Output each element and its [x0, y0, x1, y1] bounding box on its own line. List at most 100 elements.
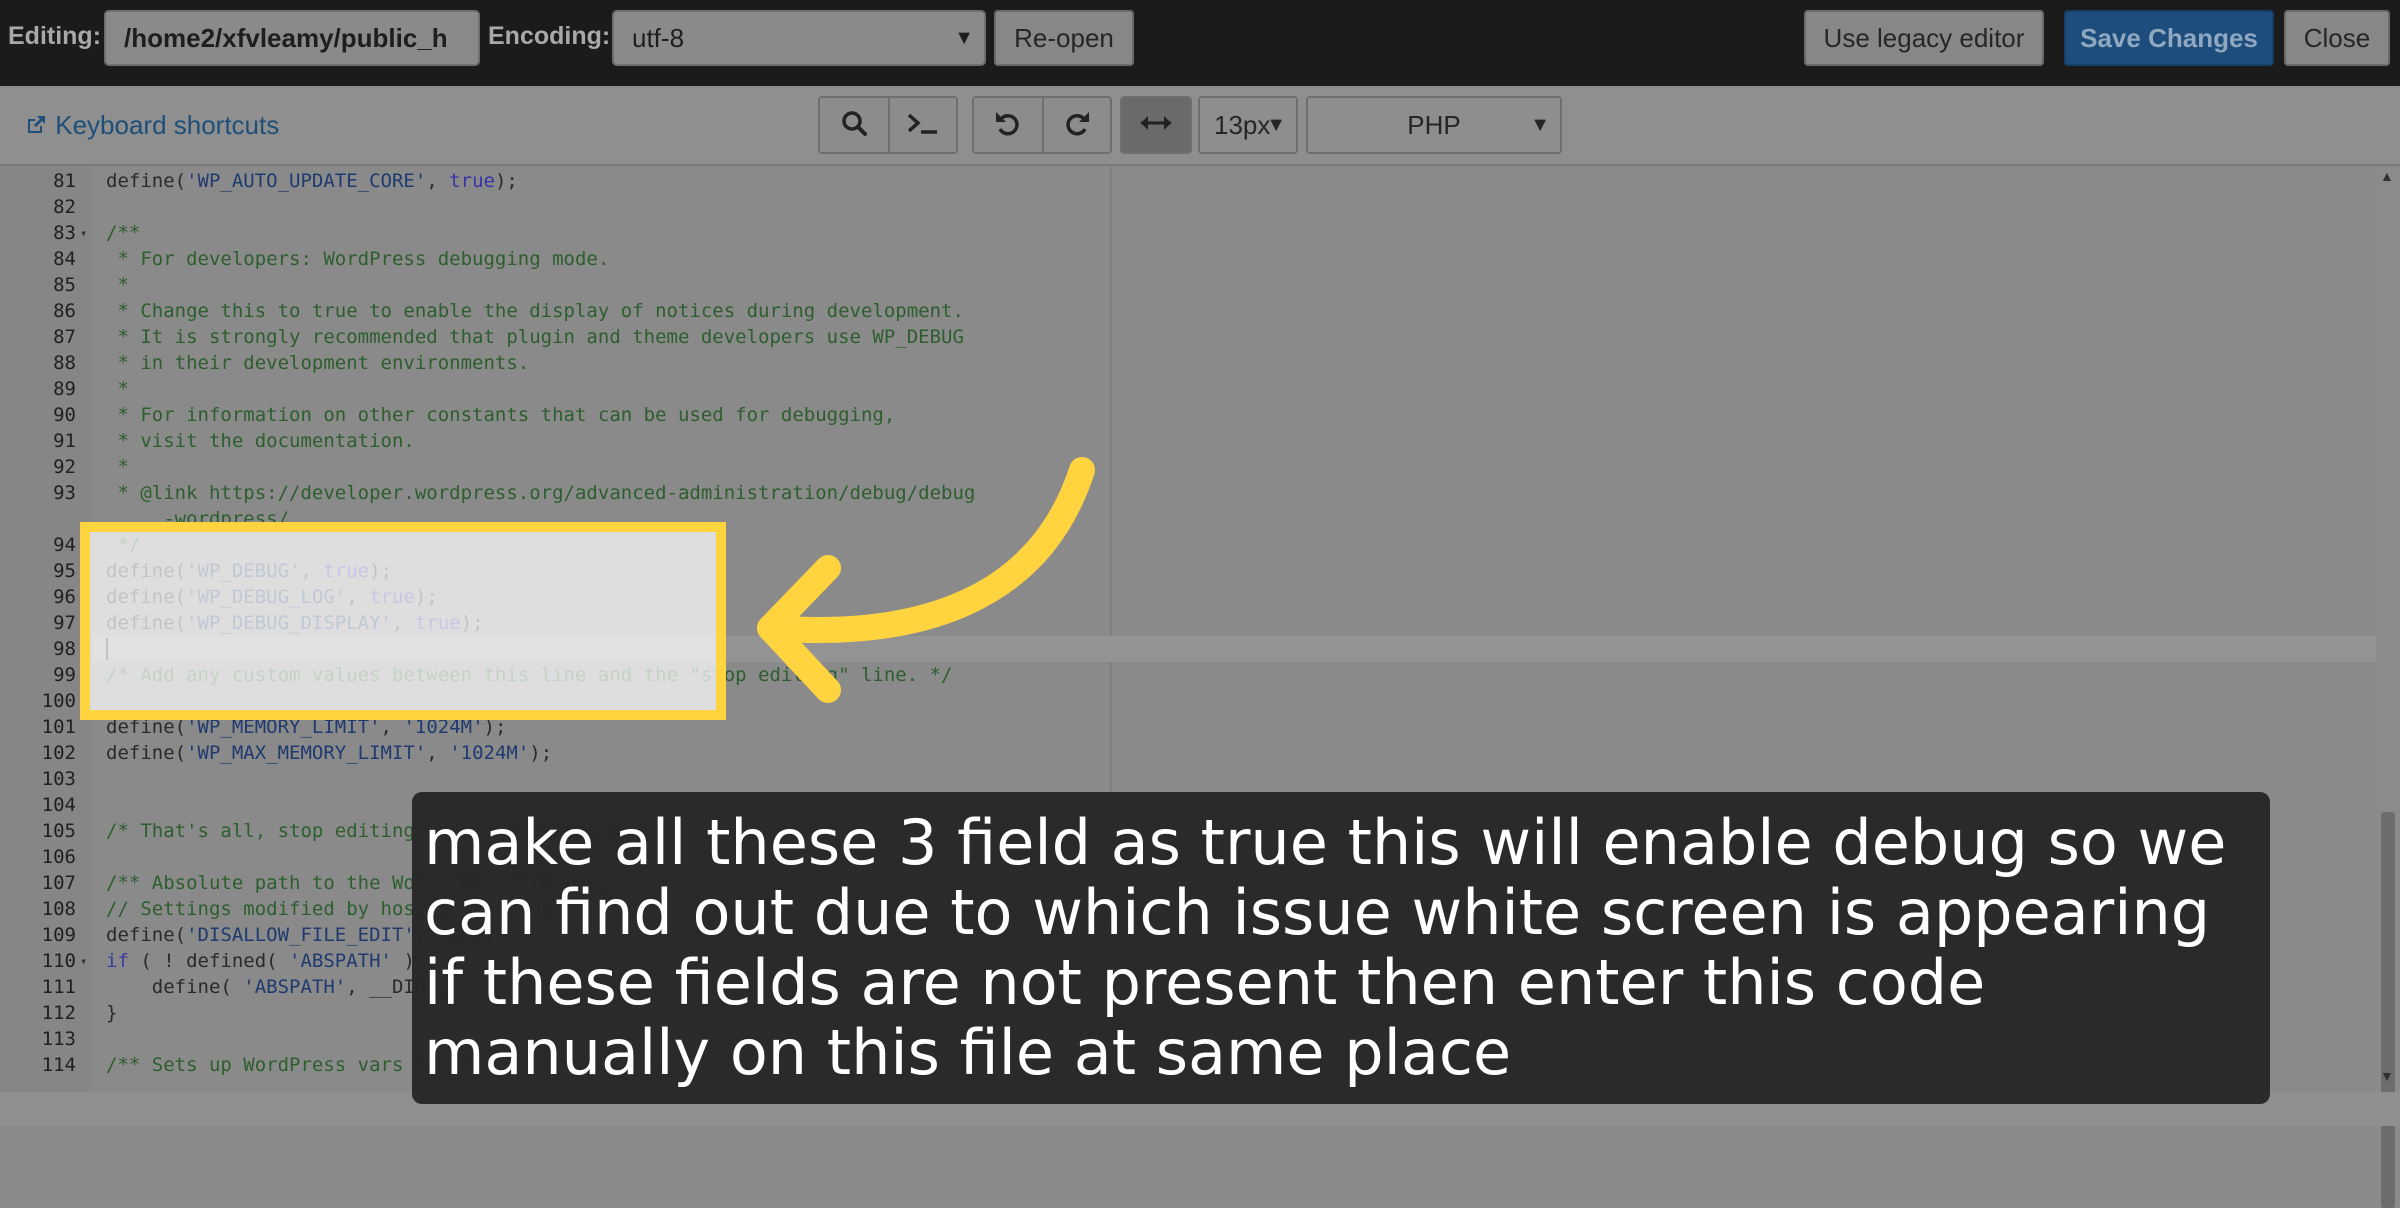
- code-text: }: [106, 1002, 118, 1024]
- code-line[interactable]: 83 ▾ /**: [0, 220, 2376, 246]
- code-text: * Change this to true to enable the disp…: [106, 300, 964, 322]
- line-number: 94: [53, 534, 76, 556]
- undo-icon: [993, 108, 1023, 143]
- line-number: 96: [53, 586, 76, 608]
- line-number: 93: [53, 482, 76, 504]
- close-button[interactable]: Close: [2284, 10, 2390, 66]
- code-line[interactable]: 81 define('WP_AUTO_UPDATE_CORE', true);: [0, 168, 2376, 194]
- tutorial-caption: make all these 3 field as true this will…: [412, 792, 2270, 1104]
- language-select[interactable]: PHP ▼: [1306, 96, 1562, 154]
- save-changes-button[interactable]: Save Changes: [2064, 10, 2274, 66]
- file-path-field[interactable]: /home2/xfvleamy/public_h: [104, 10, 480, 66]
- word-wrap-button[interactable]: [1122, 98, 1190, 152]
- code-line[interactable]: 82: [0, 194, 2376, 220]
- code-line[interactable]: 88 * in their development environments.: [0, 350, 2376, 376]
- line-number: 109: [41, 924, 76, 946]
- code-line[interactable]: 86 * Change this to true to enable the d…: [0, 298, 2376, 324]
- line-number: 82: [53, 196, 76, 218]
- code-text: define('WP_AUTO_UPDATE_CORE', true);: [106, 170, 518, 192]
- font-size-value: 13px: [1214, 110, 1271, 140]
- external-link-icon: [24, 110, 55, 140]
- line-number: 106: [41, 846, 76, 868]
- line-number: 81: [53, 170, 76, 192]
- code-text: define('WP_MAX_MEMORY_LIMIT', '1024M');: [106, 742, 553, 764]
- line-number: 102: [41, 742, 76, 764]
- line-number: 92: [53, 456, 76, 478]
- line-number: 99: [53, 664, 76, 686]
- wrap-icon: [1139, 113, 1173, 138]
- line-number: 113: [41, 1028, 76, 1050]
- line-number: 104: [41, 794, 76, 816]
- line-number: 85: [53, 274, 76, 296]
- line-number: 103: [41, 768, 76, 790]
- scrollbar-thumb[interactable]: [2381, 812, 2395, 1208]
- code-line[interactable]: 89 *: [0, 376, 2376, 402]
- line-number: 105: [41, 820, 76, 842]
- line-number: 89: [53, 378, 76, 400]
- line-number: 95: [53, 560, 76, 582]
- encoding-select[interactable]: utf-8 ▼: [612, 10, 986, 66]
- code-line[interactable]: 87 * It is strongly recommended that plu…: [0, 324, 2376, 350]
- code-text: *: [106, 378, 129, 400]
- keyboard-shortcuts-link[interactable]: Keyboard shortcuts: [24, 110, 279, 141]
- line-number: 107: [41, 872, 76, 894]
- code-line[interactable]: 90 * For information on other constants …: [0, 402, 2376, 428]
- code-line[interactable]: 103: [0, 766, 2376, 792]
- code-line[interactable]: 91 * visit the documentation.: [0, 428, 2376, 454]
- code-line[interactable]: 85 *: [0, 272, 2376, 298]
- chevron-down-icon: ▼: [954, 27, 974, 49]
- code-text: if ( ! defined( 'ABSPATH' ) ) {: [106, 950, 461, 972]
- history-tools-group: [972, 96, 1112, 154]
- vertical-scrollbar[interactable]: ▲ ▼: [2376, 166, 2400, 1208]
- line-number: 100: [41, 690, 76, 712]
- legacy-editor-button[interactable]: Use legacy editor: [1804, 10, 2044, 66]
- line-number: 86: [53, 300, 76, 322]
- search-tools-group: [818, 96, 958, 154]
- redo-button[interactable]: [1042, 98, 1110, 152]
- code-text: *: [106, 456, 129, 478]
- code-text: * @link https://developer.wordpress.org/…: [106, 482, 976, 504]
- fold-toggle-icon[interactable]: ▾: [80, 220, 87, 246]
- font-size-select[interactable]: 13px ▼: [1198, 96, 1298, 154]
- line-number: 111: [41, 976, 76, 998]
- wrap-tools-group: [1120, 96, 1192, 154]
- line-number: 114: [41, 1054, 76, 1076]
- code-text: *: [106, 274, 129, 296]
- line-number: 108: [41, 898, 76, 920]
- scroll-down-icon[interactable]: ▼: [2380, 1068, 2394, 1084]
- line-number: 84: [53, 248, 76, 270]
- line-number: 88: [53, 352, 76, 374]
- code-text: * visit the documentation.: [106, 430, 415, 452]
- redo-icon: [1062, 108, 1092, 143]
- language-value: PHP: [1407, 110, 1461, 140]
- line-number: 101: [41, 716, 76, 738]
- code-text: * It is strongly recommended that plugin…: [106, 326, 964, 348]
- code-line[interactable]: 93 * @link https://developer.wordpress.o…: [0, 480, 2376, 506]
- search-button[interactable]: [820, 98, 888, 152]
- keyboard-shortcuts-label: Keyboard shortcuts: [55, 110, 280, 140]
- search-icon: [840, 109, 868, 142]
- line-number: 110: [41, 950, 76, 972]
- line-number: 87: [53, 326, 76, 348]
- editor-top-bar: Editing: /home2/xfvleamy/public_h Encodi…: [0, 0, 2400, 86]
- line-number: 83: [53, 222, 76, 244]
- terminal-icon: [905, 109, 941, 142]
- code-line[interactable]: 92 *: [0, 454, 2376, 480]
- encoding-label: Encoding:: [488, 22, 611, 50]
- reopen-button[interactable]: Re-open: [994, 10, 1134, 66]
- editing-label: Editing:: [8, 22, 102, 50]
- fold-toggle-icon[interactable]: ▾: [80, 948, 87, 974]
- line-number: 97: [53, 612, 76, 634]
- code-line[interactable]: 84 * For developers: WordPress debugging…: [0, 246, 2376, 272]
- line-number: 112: [41, 1002, 76, 1024]
- line-number: 98: [53, 638, 76, 660]
- code-line[interactable]: 102 define('WP_MAX_MEMORY_LIMIT', '1024M'…: [0, 740, 2376, 766]
- chevron-down-icon: ▼: [1266, 114, 1286, 136]
- code-text: /**: [106, 222, 141, 244]
- line-number: 90: [53, 404, 76, 426]
- code-text: * For developers: WordPress debugging mo…: [106, 248, 610, 270]
- scroll-up-icon[interactable]: ▲: [2380, 168, 2394, 184]
- undo-button[interactable]: [974, 98, 1042, 152]
- code-text: * in their development environments.: [106, 352, 530, 374]
- goto-line-button[interactable]: [888, 98, 956, 152]
